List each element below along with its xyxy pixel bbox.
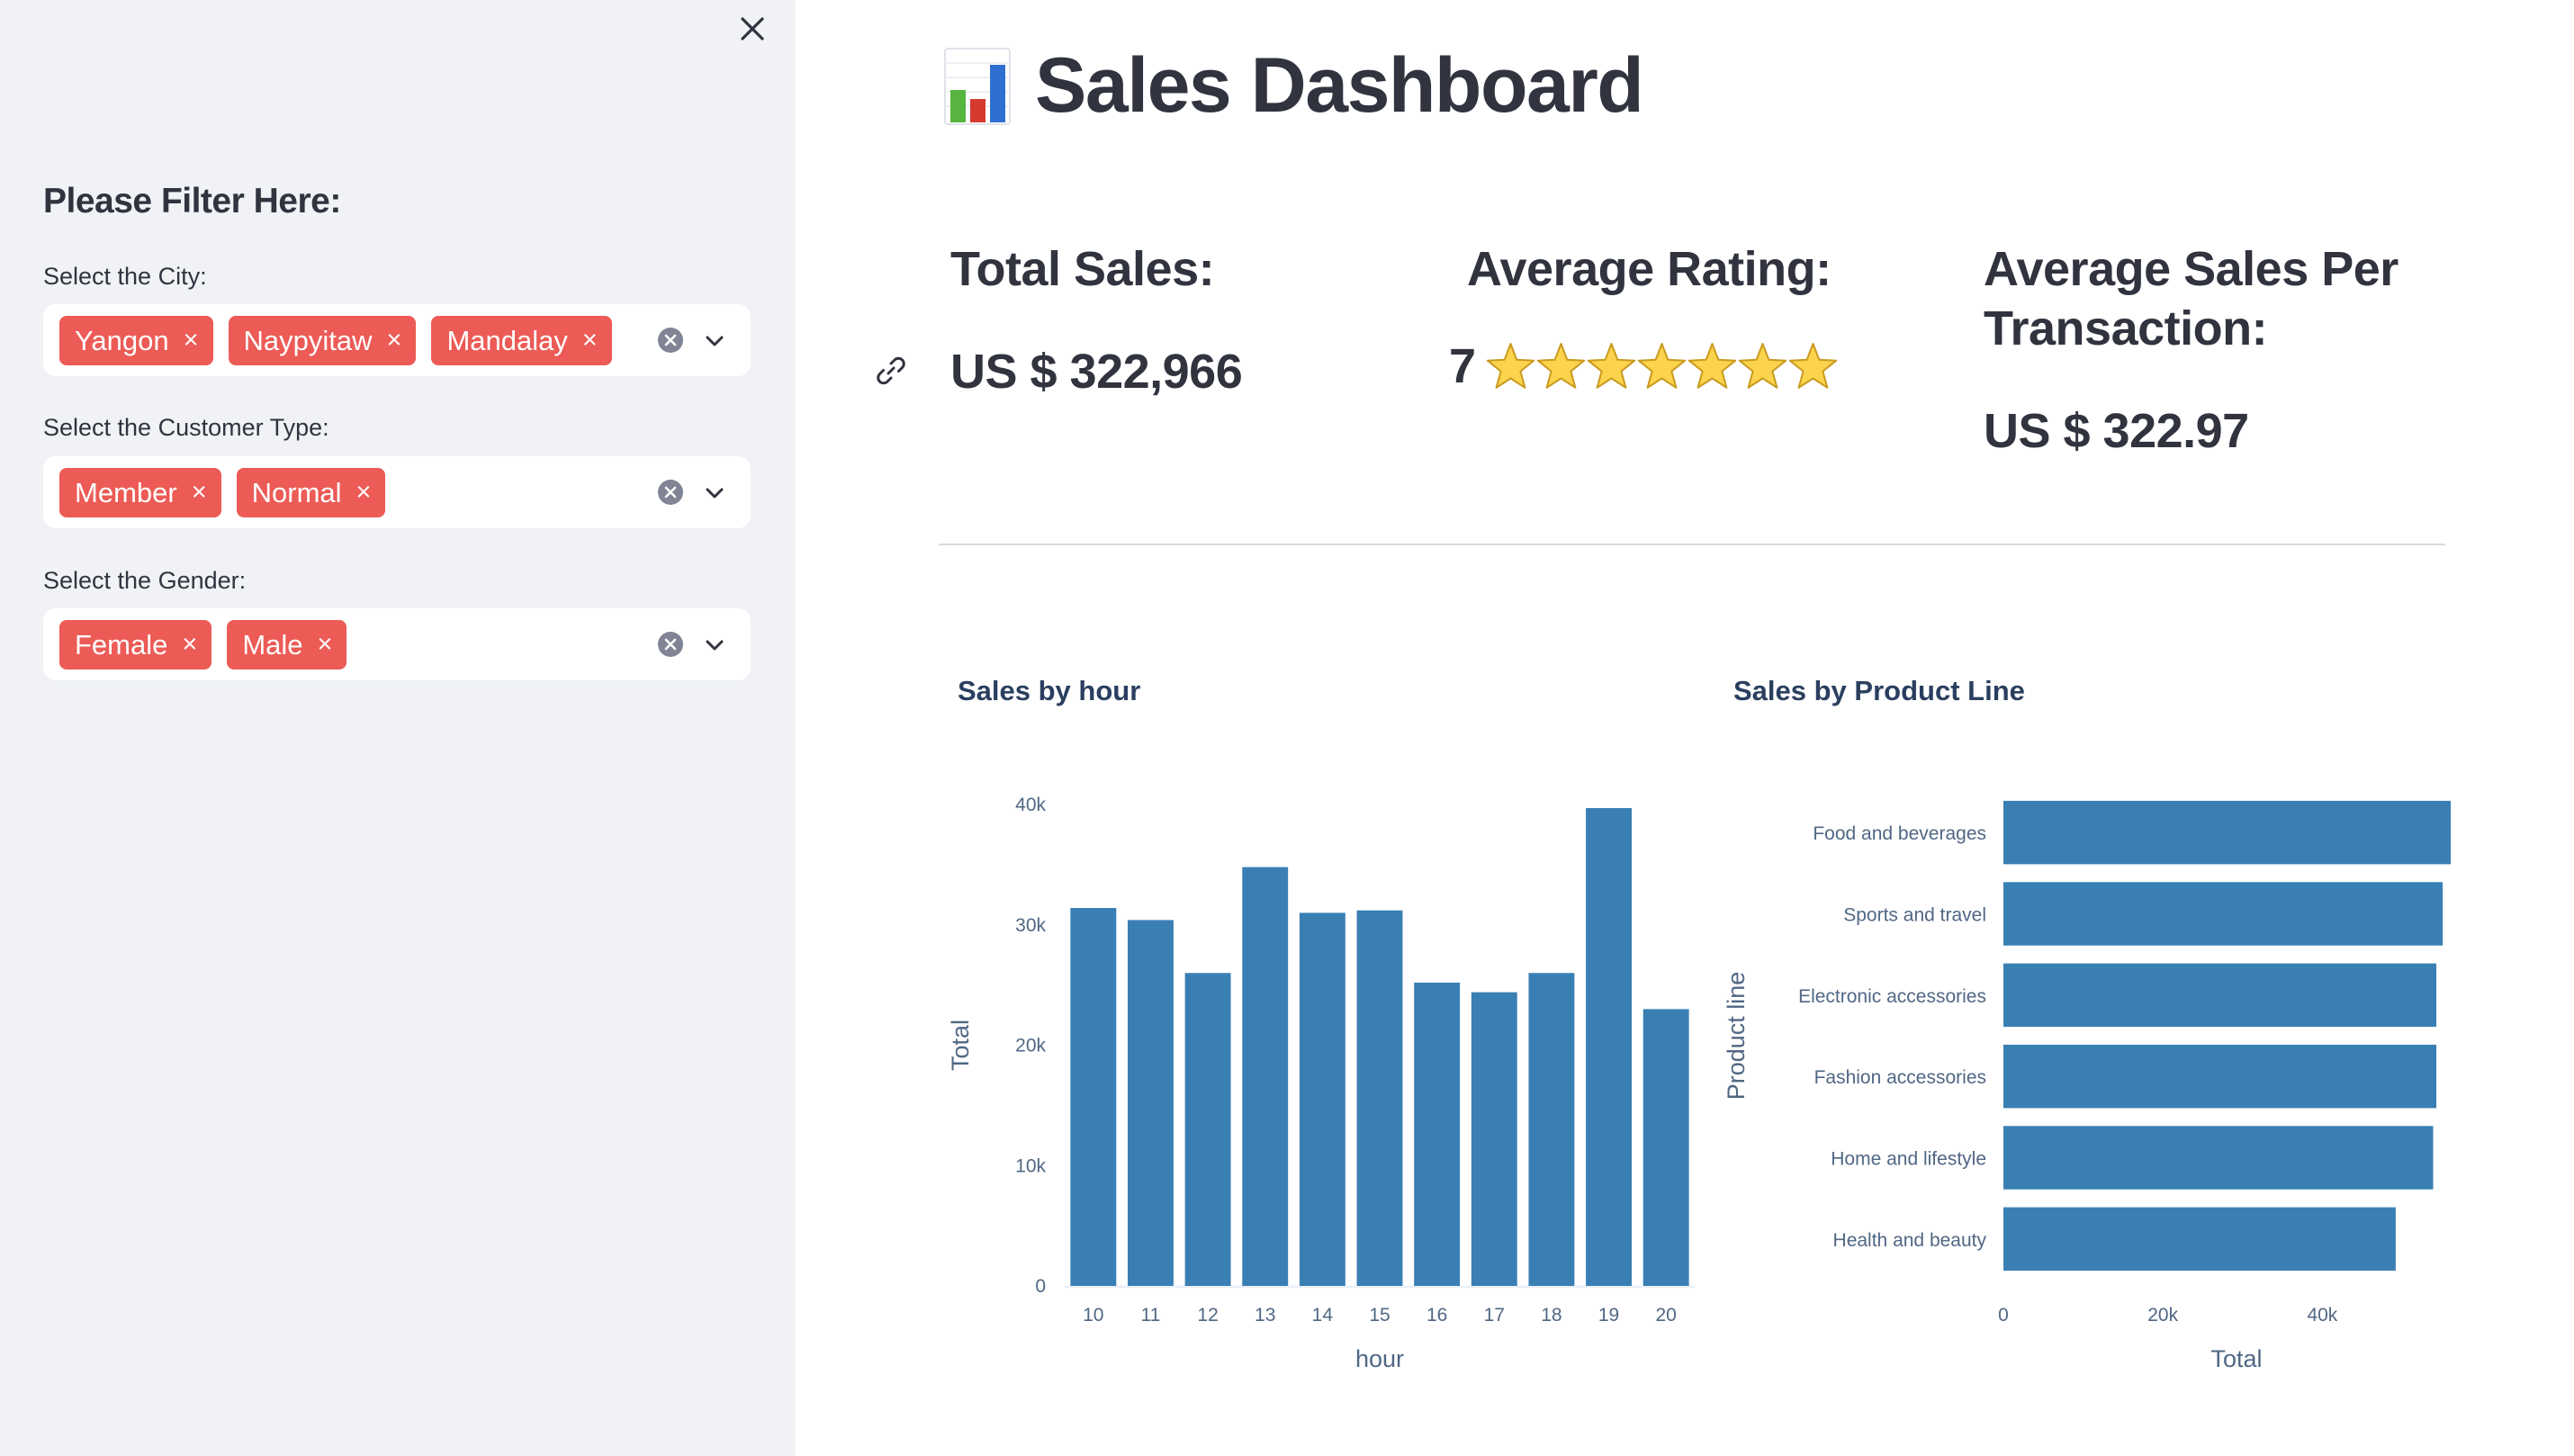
y-tick-label: Fashion accessories [1814,1067,1986,1088]
y-tick-label: Health and beauty [1833,1230,1987,1251]
bar-product-line[interactable] [2003,1044,2437,1109]
x-axis-title: Total [2210,1345,2262,1372]
y-tick-label: Electronic accessories [1798,986,1986,1007]
sales-by-product-line-chart: Food and beverages Sports and travel Elect… [1723,800,2451,1372]
x-tick-label: 20k [2147,1305,2178,1326]
x-tick-label: 0 [1998,1305,2009,1326]
x-tick-label: 40k [2307,1305,2337,1326]
bar-product-line[interactable] [2003,1126,2434,1190]
bar-product-line[interactable] [2003,800,2451,865]
y-tick-label: Home and lifestyle [1831,1149,1986,1170]
y-tick-label: Sports and travel [1843,905,1986,926]
bar-product-line[interactable] [2003,882,2444,946]
bar-product-line[interactable] [2003,963,2437,1028]
y-axis-title: Product line [1723,972,1750,1101]
y-tick-label: Food and beverages [1813,823,1986,844]
bar-product-line[interactable] [2003,1207,2396,1272]
